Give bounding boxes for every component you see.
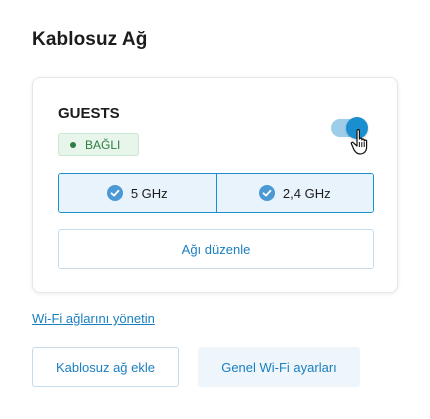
add-wireless-network-button[interactable]: Kablosuz ağ ekle xyxy=(32,347,179,387)
page-title: Kablosuz Ağ xyxy=(32,29,148,50)
check-circle-icon xyxy=(258,185,275,201)
status-label: BAĞLI xyxy=(85,137,121,152)
network-toggle[interactable] xyxy=(331,117,368,139)
band-label: 2,4 GHz xyxy=(282,185,331,201)
status-badge: BAĞLI xyxy=(58,133,139,156)
network-name: GUESTS xyxy=(58,105,120,122)
edit-network-button[interactable]: Ağı düzenle xyxy=(58,229,374,269)
check-circle-icon xyxy=(106,185,123,201)
band-24ghz-option[interactable]: 2,4 GHz xyxy=(215,174,373,212)
band-5ghz-option[interactable]: 5 GHz xyxy=(59,174,216,212)
band-selector: 5 GHz 2,4 GHz xyxy=(58,173,374,213)
band-label: 5 GHz xyxy=(130,185,168,201)
general-wifi-settings-button[interactable]: Genel Wi-Fi ayarları xyxy=(198,347,360,387)
dot-icon xyxy=(70,141,76,148)
network-card: GUESTS BAĞLI 5 GHz 2,4 GHz Ağı düzenle xyxy=(32,77,398,293)
toggle-knob xyxy=(346,117,368,139)
manage-wifi-link[interactable]: Wi-Fi ağlarını yönetin xyxy=(32,311,155,326)
